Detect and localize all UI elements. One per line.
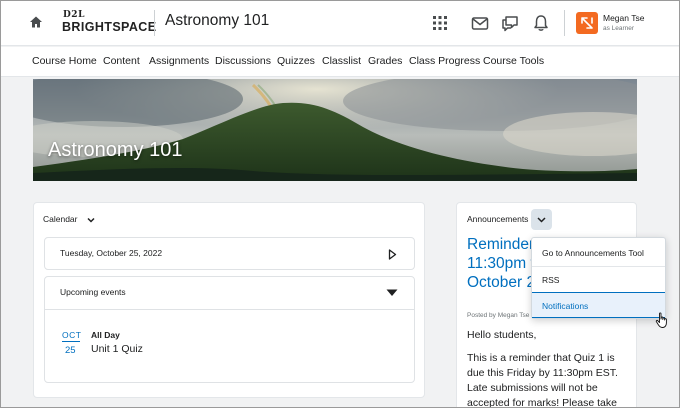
home-icon[interactable]	[29, 15, 43, 29]
menu-go-to-announcements-tool[interactable]: Go to Announcements Tool	[532, 240, 665, 266]
user-avatar-icon[interactable]	[576, 12, 598, 34]
avatar-glyph-icon	[581, 17, 593, 29]
event-name[interactable]: Unit 1 Quiz	[91, 343, 143, 355]
nav-class-progress[interactable]: Class Progress	[409, 55, 480, 67]
calendar-date-selector[interactable]: Tuesday, October 25, 2022	[44, 237, 415, 270]
nav-grades[interactable]: Grades	[368, 55, 402, 67]
nav-content[interactable]: Content	[103, 55, 140, 67]
upcoming-events-panel: Upcoming events OCT 25 All Day Unit 1 Qu…	[44, 276, 415, 383]
announcement-posted-by: Posted by Megan Tse	[467, 312, 530, 319]
nav-course-home[interactable]: Course Home	[32, 55, 97, 67]
event-day: 25	[65, 345, 76, 356]
header-divider-right	[564, 10, 565, 36]
nav-course-tools[interactable]: Course Tools	[483, 55, 544, 67]
nav-quizzes[interactable]: Quizzes	[277, 55, 315, 67]
announcements-heading: Announcements	[467, 214, 529, 224]
bell-icon[interactable]	[531, 13, 551, 33]
announcements-dropdown-menu: Go to Announcements Tool RSS Notificatio…	[531, 237, 666, 319]
menu-notifications[interactable]: Notifications	[532, 292, 665, 318]
brightspace-logo[interactable]: D2L BRIGHTSPACE	[62, 10, 156, 36]
browser-frame: D2L BRIGHTSPACE Astronomy 101 Megan Tse …	[0, 0, 680, 408]
logo-brightspace: BRIGHTSPACE	[62, 20, 157, 34]
logo-d2l: D2L	[63, 10, 85, 20]
calendar-chevron-down-icon[interactable]	[86, 215, 96, 225]
mountain-banner-image	[33, 79, 637, 181]
announcement-greeting: Hello students,	[467, 329, 537, 341]
caret-down-icon[interactable]	[386, 289, 398, 297]
chat-icon[interactable]	[500, 13, 520, 33]
top-header: D2L BRIGHTSPACE Astronomy 101 Megan Tse …	[1, 1, 679, 46]
header-divider	[154, 10, 155, 36]
play-right-icon[interactable]	[388, 249, 397, 260]
mail-icon[interactable]	[470, 13, 490, 33]
upcoming-events-title: Upcoming events	[60, 287, 126, 297]
calendar-widget: Calendar Tuesday, October 25, 2022 Upcom…	[33, 202, 425, 398]
banner-title: Astronomy 101	[48, 139, 183, 161]
menu-rss[interactable]: RSS	[532, 266, 665, 292]
nav-discussions[interactable]: Discussions	[215, 55, 271, 67]
chevron-down-icon	[537, 217, 546, 223]
hand-cursor-icon	[655, 312, 667, 328]
calendar-date: Tuesday, October 25, 2022	[60, 248, 163, 258]
announcements-menu-button[interactable]	[531, 209, 552, 230]
nav-classlist[interactable]: Classlist	[322, 55, 361, 67]
announcement-body: This is a reminder that Quiz 1 is due th…	[467, 352, 618, 408]
user-role: as Learner	[603, 25, 635, 32]
course-banner: Astronomy 101	[33, 79, 637, 181]
event-time: All Day	[91, 330, 120, 340]
event-date-divider	[62, 341, 80, 342]
course-title[interactable]: Astronomy 101	[165, 12, 269, 30]
event-month: OCT	[62, 330, 82, 340]
nav-assignments[interactable]: Assignments	[149, 55, 209, 67]
user-name[interactable]: Megan Tse	[603, 13, 644, 23]
course-navbar: Course Home Content Assignments Discussi…	[1, 47, 679, 111]
upcoming-events-header[interactable]: Upcoming events	[45, 277, 414, 310]
calendar-heading: Calendar	[43, 214, 78, 224]
waffle-icon[interactable]	[430, 13, 450, 33]
